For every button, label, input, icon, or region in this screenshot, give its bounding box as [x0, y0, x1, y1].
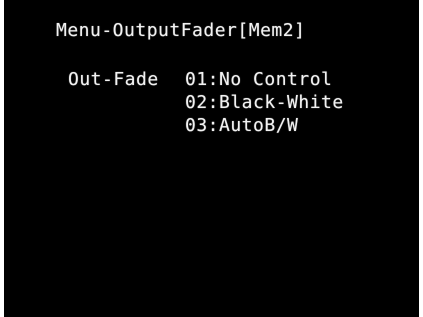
option-no-control[interactable]: 01:No Control [185, 69, 332, 91]
out-fade-label: Out-Fade [68, 69, 159, 90]
menu-title: Menu-OutputFader[Mem2] [56, 20, 306, 41]
option-auto-bw[interactable]: 03:AutoB/W [185, 115, 298, 137]
option-black-white[interactable]: 02:Black-White [185, 92, 344, 114]
osd-screen: Menu-OutputFader[Mem2] Out-Fade 01:No Co… [4, 0, 419, 317]
